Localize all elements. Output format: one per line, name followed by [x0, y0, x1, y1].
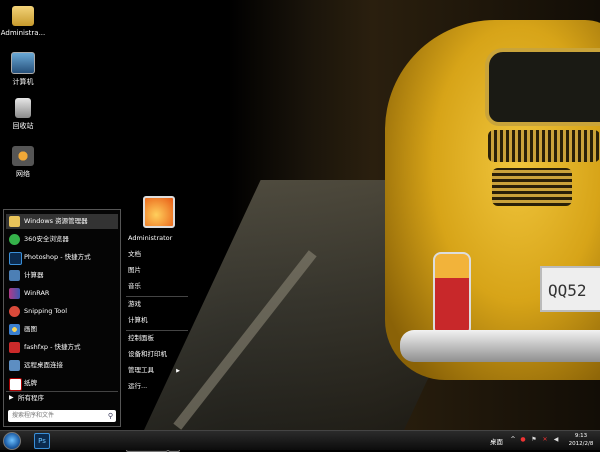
- place-item-control-panel[interactable]: 控制面板: [128, 331, 154, 345]
- place-item-documents[interactable]: 文档: [128, 247, 141, 261]
- program-item-flashfxp[interactable]: fashfxp - 快捷方式: [6, 340, 118, 355]
- chevron-right-icon: ▶: [176, 368, 180, 374]
- tray-app-icon[interactable]: ●: [520, 436, 526, 443]
- program-label: 360安全浏览器: [24, 235, 69, 243]
- program-label: 纸牌: [24, 379, 37, 387]
- desktop-icon-label: 计算机: [12, 78, 34, 86]
- place-item-run[interactable]: 运行...: [128, 379, 147, 393]
- place-item-admin-tools[interactable]: 管理工具 ▶: [128, 363, 180, 377]
- user-folder-icon: [12, 6, 34, 26]
- place-label: 游戏: [128, 300, 141, 308]
- program-label: Windows 资源管理器: [24, 217, 88, 225]
- program-label: 远程桌面连接: [24, 361, 63, 369]
- place-item-music[interactable]: 音乐: [128, 279, 141, 293]
- place-item-computer[interactable]: 计算机: [128, 313, 148, 327]
- browser-icon: [9, 234, 20, 245]
- user-avatar[interactable]: [143, 196, 175, 228]
- scissors-icon: [9, 306, 20, 317]
- desktop-icon-label: 回收站: [12, 122, 34, 130]
- program-item-explorer[interactable]: Windows 资源管理器: [6, 214, 118, 229]
- calculator-icon: [9, 270, 20, 281]
- program-label: WinRAR: [24, 289, 50, 297]
- place-item-devices-printers[interactable]: 设备和打印机: [128, 347, 167, 361]
- place-label: 图片: [128, 266, 141, 274]
- place-label: 运行...: [128, 382, 148, 390]
- taskbar-photoshop-button[interactable]: Ps: [34, 433, 50, 449]
- photoshop-icon: [9, 252, 22, 265]
- triangle-right-icon: ▶: [9, 394, 14, 401]
- place-label: 管理工具: [128, 366, 154, 374]
- search-icon: ⚲: [107, 412, 113, 420]
- desktop-icon-label: 网络: [16, 170, 30, 178]
- folder-icon: [9, 216, 20, 227]
- start-menu: Windows 资源管理器 360安全浏览器 Photoshop - 快捷方式 …: [3, 209, 193, 452]
- volume-icon[interactable]: ◀: [553, 436, 559, 443]
- program-label: fashfxp - 快捷方式: [24, 343, 81, 351]
- wallpaper-car-grille: [488, 130, 600, 162]
- place-label: 音乐: [128, 282, 141, 290]
- place-item-user[interactable]: Administrator: [128, 231, 172, 245]
- tray-desktop-toolbar[interactable]: 桌面: [490, 436, 503, 446]
- place-label: 控制面板: [128, 334, 154, 342]
- remote-desktop-icon: [9, 360, 20, 371]
- program-item-360-browser[interactable]: 360安全浏览器: [6, 232, 118, 247]
- program-item-paint[interactable]: 画图: [6, 322, 118, 337]
- action-center-flag-icon[interactable]: ⚑: [531, 436, 537, 443]
- playing-card-icon: [9, 378, 22, 391]
- program-label: 画图: [24, 325, 37, 333]
- program-item-photoshop[interactable]: Photoshop - 快捷方式: [6, 250, 118, 265]
- start-search-input[interactable]: 搜索程序和文件 ⚲: [8, 410, 116, 422]
- all-programs-button[interactable]: ▶ 所有程序: [6, 391, 118, 403]
- place-item-pictures[interactable]: 图片: [128, 263, 141, 277]
- taskbar: Ps 桌面 ^ ● ⚑ ✕ ◀ 9:13 2012/2/8: [0, 430, 600, 450]
- program-item-winrar[interactable]: WinRAR: [6, 286, 118, 301]
- wallpaper-car-bumper: [400, 330, 600, 362]
- place-item-games[interactable]: 游戏: [128, 297, 141, 311]
- clock-date: 2012/2/8: [568, 441, 594, 447]
- place-label: 设备和打印机: [128, 350, 167, 358]
- paint-palette-icon: [9, 324, 20, 335]
- clock-time: 9:13: [574, 433, 588, 439]
- program-label: Snipping Tool: [24, 307, 68, 315]
- desktop-icon-computer[interactable]: 计算机: [0, 52, 46, 87]
- recycle-bin-icon: [15, 98, 31, 118]
- computer-icon: [11, 52, 35, 74]
- taskbar-clock[interactable]: 9:13 2012/2/8: [566, 432, 596, 448]
- program-label: Photoshop - 快捷方式: [24, 253, 91, 261]
- tray-expand-icon[interactable]: ^: [510, 436, 516, 443]
- wallpaper-license-plate: QQ52: [540, 266, 600, 312]
- program-item-snipping-tool[interactable]: Snipping Tool: [6, 304, 118, 319]
- desktop-icon-network[interactable]: 网络: [0, 146, 46, 179]
- program-item-solitaire[interactable]: 纸牌: [6, 376, 118, 391]
- network-status-icon[interactable]: ✕: [542, 436, 548, 443]
- place-label: 文档: [128, 250, 141, 258]
- desktop-icon-recycle-bin[interactable]: 回收站: [0, 98, 46, 131]
- program-label: 计算器: [24, 271, 44, 279]
- wallpaper-car-taillight: [433, 252, 471, 336]
- search-placeholder: 搜索程序和文件: [12, 412, 55, 419]
- wallpaper-car-window: [485, 48, 600, 126]
- place-label: 计算机: [128, 316, 148, 324]
- all-programs-label: 所有程序: [18, 394, 44, 402]
- start-button[interactable]: [3, 432, 21, 450]
- start-menu-places-pane: Administrator 文档 图片 音乐 游戏 计算机 控制面板 设备和打印…: [124, 234, 192, 452]
- user-name: Administrator: [128, 234, 173, 242]
- winrar-icon: [9, 288, 20, 299]
- program-item-remote-desktop[interactable]: 远程桌面连接: [6, 358, 118, 373]
- ftp-client-icon: [9, 342, 20, 353]
- wallpaper-car-vent: [492, 168, 572, 206]
- desktop-icon-administrator[interactable]: Administra...: [0, 6, 46, 37]
- network-icon: [12, 146, 34, 166]
- program-item-calculator[interactable]: 计算器: [6, 268, 118, 283]
- desktop-icon-label: Administra...: [0, 29, 46, 37]
- start-menu-programs-pane: Windows 资源管理器 360安全浏览器 Photoshop - 快捷方式 …: [3, 209, 121, 427]
